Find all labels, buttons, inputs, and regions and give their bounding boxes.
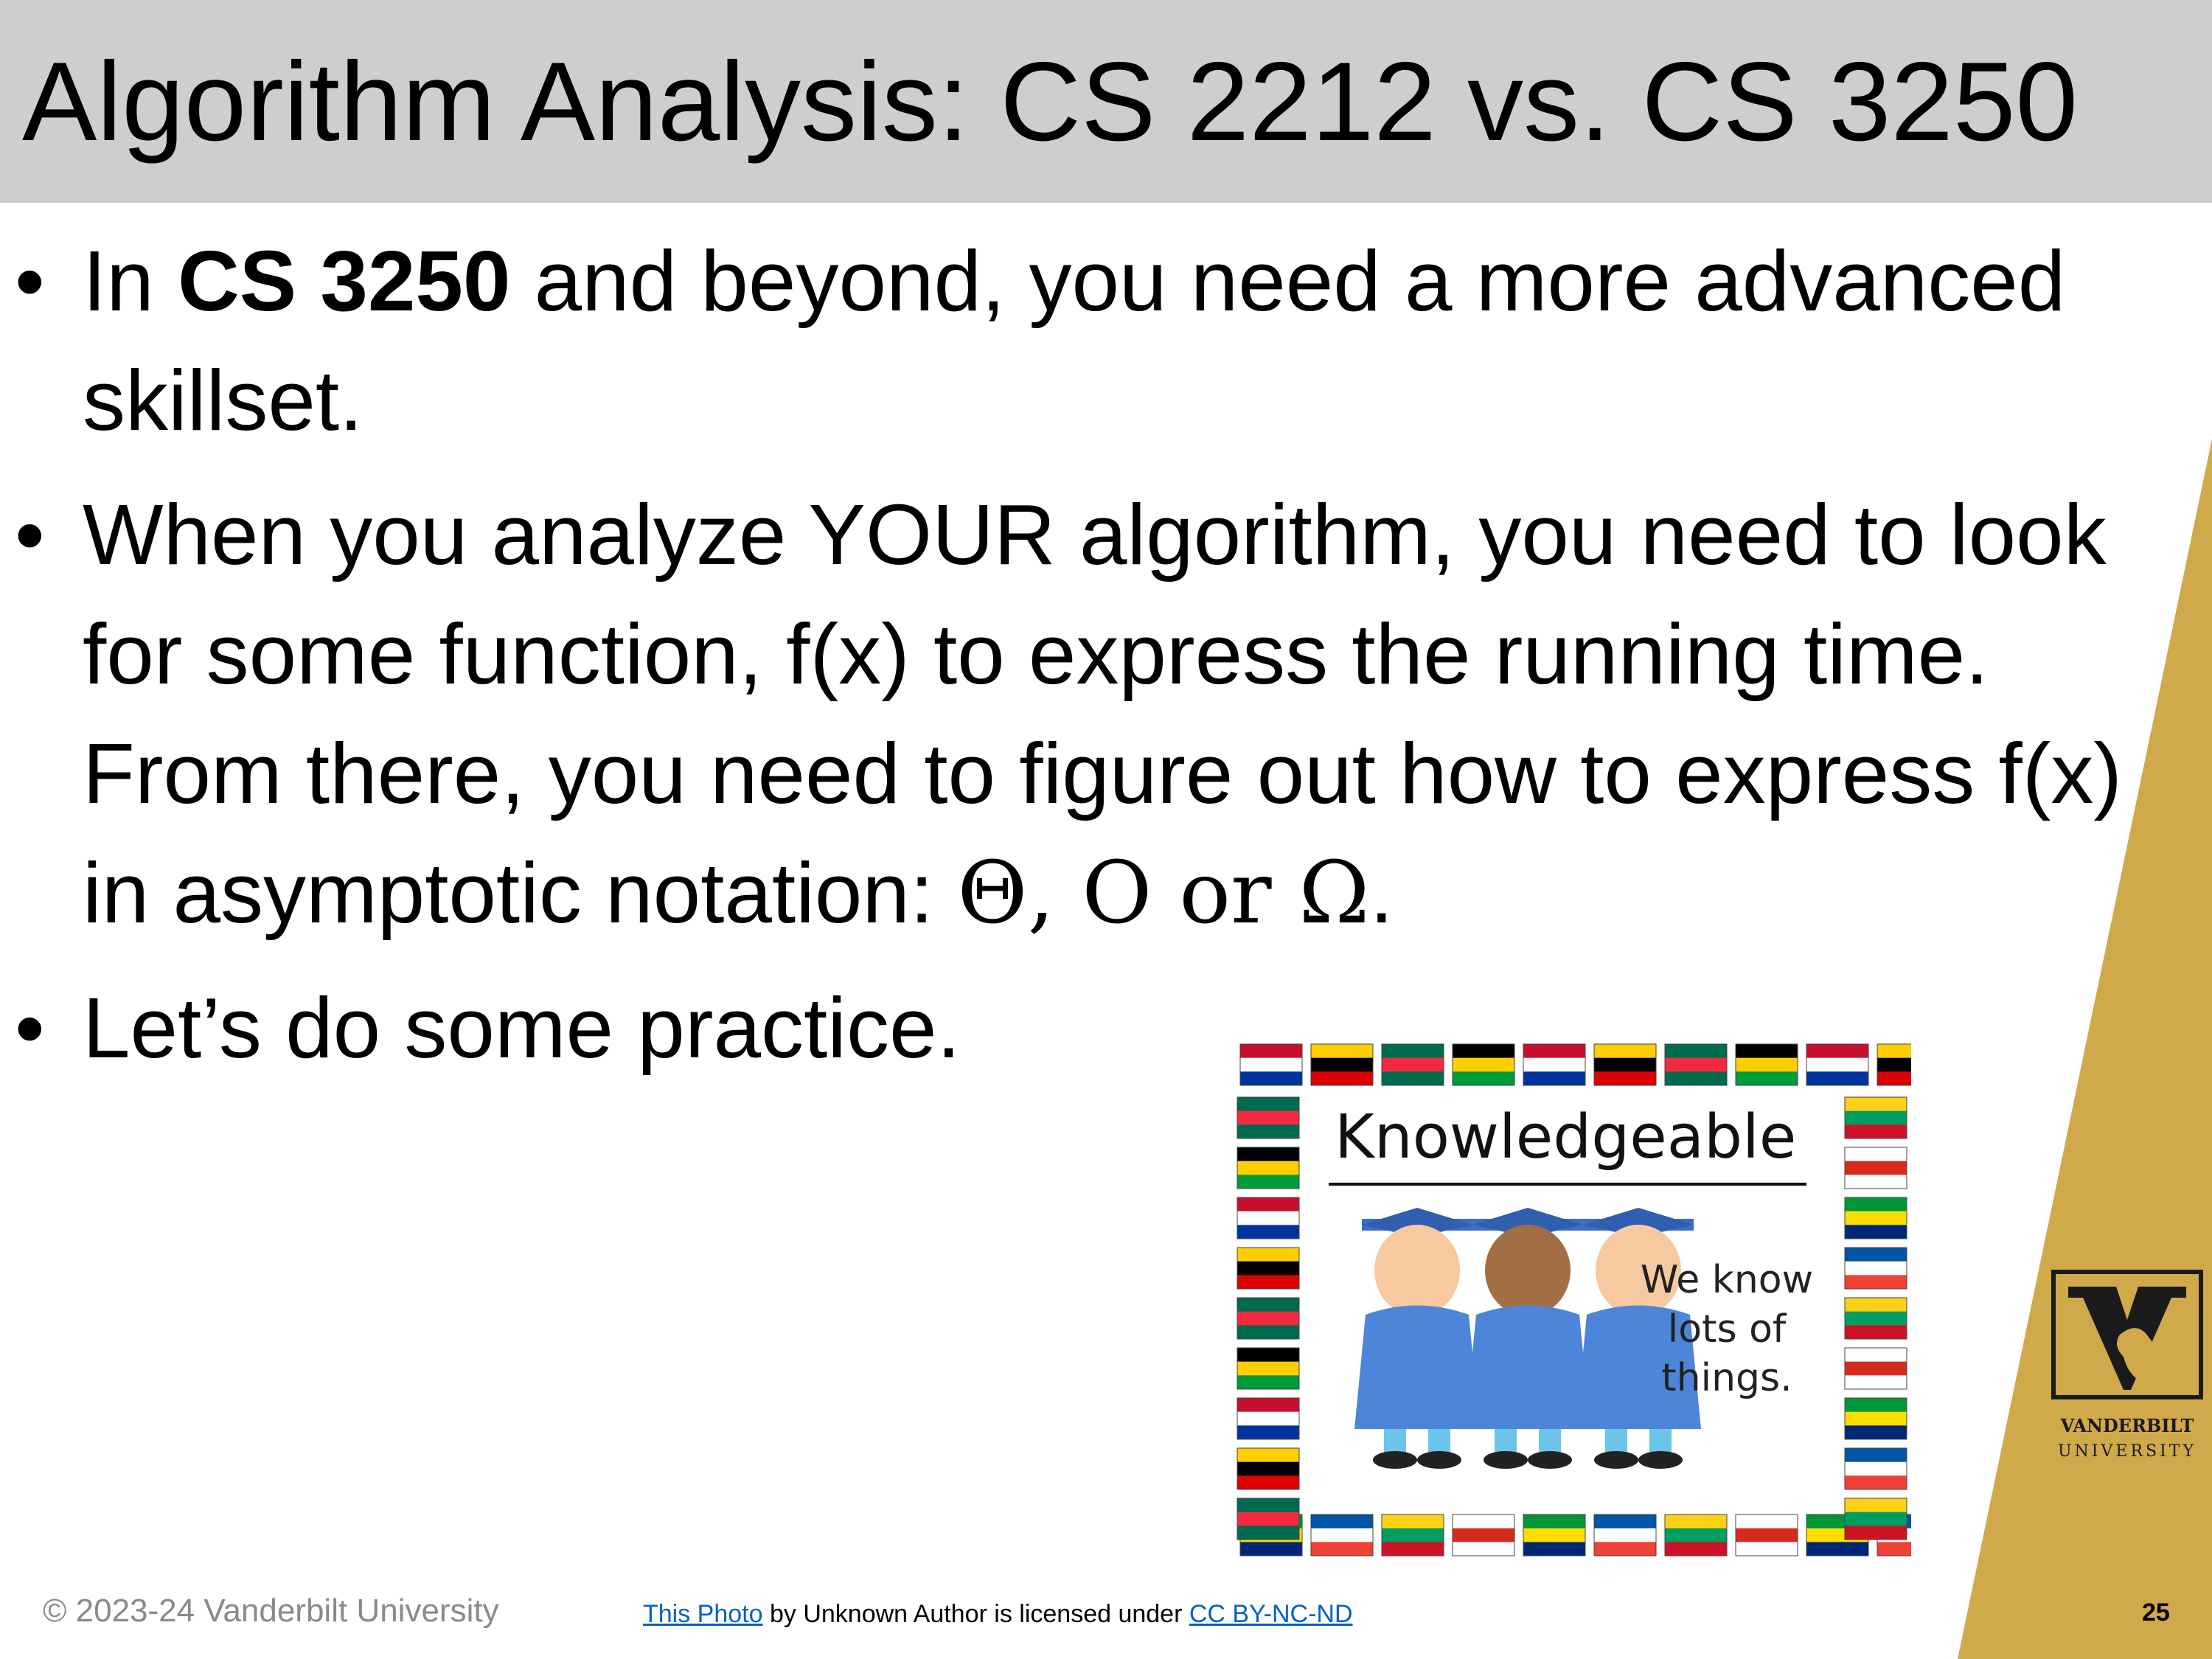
picture-heading: Knowledgeable xyxy=(1335,1102,1796,1172)
title-bar: Algorithm Analysis: CS 2212 vs. CS 3250 xyxy=(0,0,2212,203)
knowledgeable-picture: Knowledgeable We know lots of things. xyxy=(1233,1038,1911,1562)
logo-subtitle: UNIVERSITY xyxy=(2058,1442,2197,1461)
bullet-text: . xyxy=(1369,845,1394,941)
logo-name: VANDERBILT xyxy=(2060,1415,2194,1436)
bullet-item: • In CS 3250 and beyond, you need a more… xyxy=(15,221,2138,460)
this-photo-link[interactable]: This Photo xyxy=(643,1600,763,1628)
picture-caption-line: We know xyxy=(1641,1258,1813,1302)
license-link[interactable]: CC BY-NC-ND xyxy=(1189,1600,1353,1628)
picture-caption-line: lots of xyxy=(1668,1307,1787,1352)
bullet-text: In xyxy=(83,233,178,329)
slide: Algorithm Analysis: CS 2212 vs. CS 3250 … xyxy=(0,0,2212,1659)
bullet-math-notation: Θ, O or Ω xyxy=(957,844,1370,943)
bullet-list: • In CS 3250 and beyond, you need a more… xyxy=(15,221,2138,1102)
picture-caption-line: things. xyxy=(1661,1356,1792,1400)
bullet-symbol: • xyxy=(15,980,45,1076)
copyright-text: © 2023-24 Vanderbilt University xyxy=(43,1593,499,1629)
bullet-symbol: • xyxy=(15,487,45,582)
vanderbilt-logo: VANDERBILT UNIVERSITY xyxy=(2051,1270,2203,1461)
slide-title: Algorithm Analysis: CS 2212 vs. CS 3250 xyxy=(22,39,2079,164)
bullet-item: • When you analyze YOUR algorithm, you n… xyxy=(15,475,2138,953)
attribution-text: by Unknown Author is licensed under xyxy=(762,1600,1189,1628)
bullet-text: Let’s do some practice. xyxy=(83,980,961,1076)
bullet-bold-course: CS 3250 xyxy=(177,233,511,329)
bullet-symbol: • xyxy=(15,233,45,329)
vanderbilt-v-oak-leaf-icon xyxy=(2051,1270,2203,1399)
page-number: 25 xyxy=(2142,1599,2170,1627)
photo-attribution: This Photo by Unknown Author is licensed… xyxy=(643,1600,1353,1629)
